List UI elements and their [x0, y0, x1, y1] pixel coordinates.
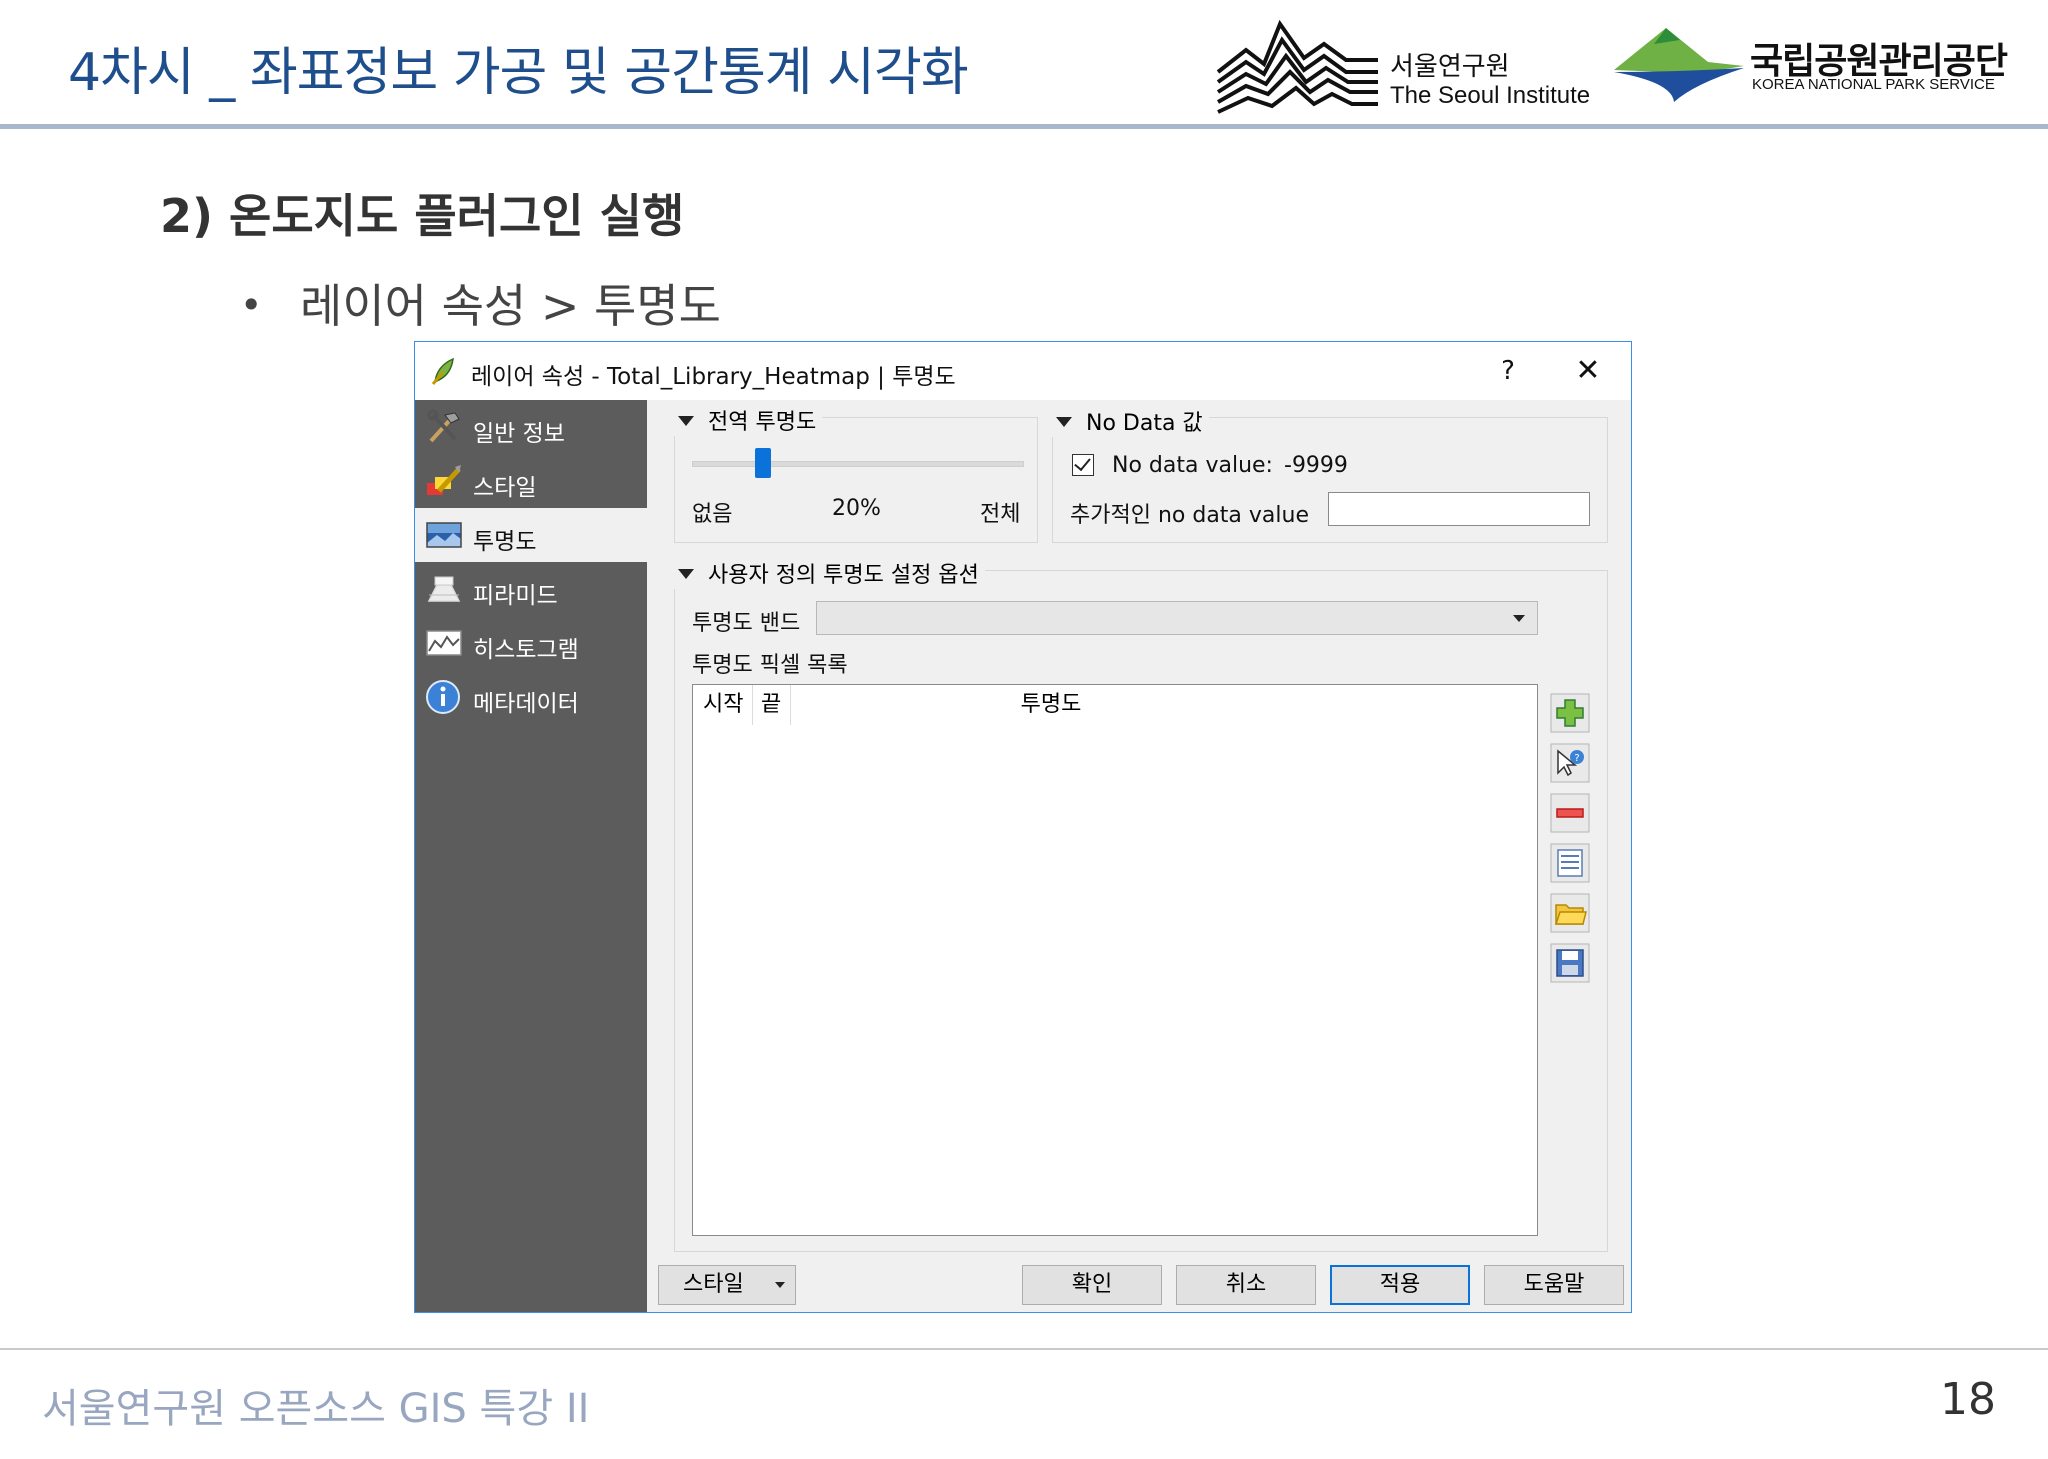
remove-row-icon[interactable] [1550, 793, 1590, 833]
seoul-institute-name-ko: 서울연구원 [1390, 52, 1510, 82]
save-icon[interactable] [1550, 943, 1590, 983]
column-header-transparency[interactable]: 투명도 [791, 685, 1311, 725]
pyramid-icon [427, 576, 461, 602]
sidebar-item-label: 메타데이터 [473, 691, 579, 717]
transparency-band-label: 투명도 밴드 [692, 611, 801, 636]
collapse-triangle-icon [678, 569, 694, 579]
seoul-institute-name-en: The Seoul Institute [1390, 82, 1591, 109]
slider-max-label: 전체 [980, 502, 1021, 527]
section-heading: 2) 온도지도 플러그인 실행 [160, 189, 685, 243]
sidebar-item-pyramids[interactable]: 피라미드 [415, 562, 647, 616]
cancel-button[interactable]: 취소 [1176, 1265, 1316, 1305]
default-values-icon[interactable] [1550, 843, 1590, 883]
tools-icon [427, 409, 460, 443]
sidebar-item-label: 투명도 [473, 529, 537, 555]
sidebar-item-label: 피라미드 [473, 583, 558, 609]
histogram-icon [426, 630, 462, 656]
collapse-triangle-icon [1056, 417, 1072, 427]
transparent-pixel-table[interactable]: 시작 끝 투명도 [692, 684, 1538, 1236]
bullet-icon: • [240, 283, 263, 327]
paintbrush-icon [427, 465, 461, 495]
mountain-logo-icon [1614, 28, 1744, 102]
sidebar-item-label: 히스토그램 [473, 637, 579, 663]
sidebar-item-label: 스타일 [473, 475, 537, 501]
ok-button[interactable]: 확인 [1022, 1265, 1162, 1305]
svg-text:?: ? [1574, 753, 1579, 764]
column-header-end[interactable]: 끝 [753, 685, 791, 725]
sidebar-item-transparency[interactable]: 투명도 [415, 508, 647, 562]
sidebar-item-label: 일반 정보 [473, 421, 565, 447]
additional-no-data-input[interactable] [1328, 492, 1590, 526]
group-title-text: 사용자 정의 투명도 설정 옵션 [708, 563, 979, 588]
dialog-title: 레이어 속성 - Total_Library_Heatmap | 투명도 [471, 364, 956, 390]
add-values-manually-icon[interactable] [1550, 693, 1590, 733]
pixel-list-label: 투명도 픽셀 목록 [692, 653, 848, 678]
add-values-from-display-icon[interactable]: ? [1550, 743, 1590, 783]
transparency-band-select[interactable] [816, 601, 1538, 635]
knps-logo: 국립공원관리공단 KOREA NATIONAL PARK SERVICE [1614, 22, 2014, 112]
transparency-slider-thumb[interactable] [755, 448, 771, 478]
close-button[interactable]: ✕ [1563, 350, 1613, 392]
no-data-header[interactable]: No Data 값 [1052, 405, 1209, 437]
apply-button[interactable]: 적용 [1330, 1265, 1470, 1305]
no-data-label: No data value: [1112, 453, 1273, 478]
column-header-start[interactable]: 시작 [693, 685, 753, 725]
style-menu-button[interactable]: 스타일 [658, 1265, 796, 1305]
help-titlebar-button[interactable]: ? [1483, 350, 1533, 392]
transparency-icon [426, 522, 462, 548]
group-title-text: 전역 투명도 [708, 410, 817, 435]
no-data-checkbox[interactable] [1072, 453, 1094, 476]
seoul-institute-logo: 서울연구원 The Seoul Institute [1216, 18, 1616, 118]
footer-course-title: 서울연구원 오픈소스 GIS 특강 II [42, 1386, 590, 1432]
transparency-slider-track[interactable] [692, 461, 1024, 467]
page-number: 18 [1940, 1374, 1996, 1425]
dropdown-arrow-icon [775, 1282, 785, 1288]
knps-name-en: KOREA NATIONAL PARK SERVICE [1752, 76, 1995, 93]
slider-min-label: 없음 [692, 502, 733, 527]
additional-no-data-label: 추가적인 no data value [1070, 503, 1309, 528]
bullet-text: 레이어 속성 > 투명도 [300, 279, 721, 333]
dropdown-arrow-icon [1513, 615, 1525, 622]
sidebar-item-metadata[interactable]: 메타데이터 [415, 670, 647, 724]
slider-value-label: 20% [832, 496, 881, 521]
sidebar-item-style[interactable]: 스타일 [415, 454, 647, 508]
properties-sidebar: 일반 정보 스타일 투명도 피라미드 히스토그램 메타데이터 [415, 400, 647, 1312]
group-title-text: No Data 값 [1086, 411, 1203, 436]
global-transparency-header[interactable]: 전역 투명도 [674, 404, 823, 436]
collapse-triangle-icon [678, 416, 694, 426]
seoul-institute-mark-icon [1216, 20, 1378, 114]
dialog-titlebar[interactable]: 레이어 속성 - Total_Library_Heatmap | 투명도 ? ✕ [415, 342, 1631, 400]
custom-transparency-header[interactable]: 사용자 정의 투명도 설정 옵션 [674, 557, 985, 589]
qgis-app-icon [431, 357, 454, 385]
folder-open-icon[interactable] [1550, 893, 1590, 933]
footer-divider [0, 1348, 2048, 1350]
header-divider [0, 124, 2048, 129]
slide-title: 4차시 _ 좌표정보 가공 및 공간통계 시각화 [68, 43, 969, 103]
info-icon [426, 680, 460, 714]
sidebar-item-general-info[interactable]: 일반 정보 [415, 400, 647, 454]
no-data-value: -9999 [1284, 453, 1348, 478]
help-button[interactable]: 도움말 [1484, 1265, 1624, 1305]
style-menu-label: 스타일 [683, 1272, 744, 1297]
bullet-item: • 레이어 속성 > 투명도 [240, 270, 721, 336]
sidebar-item-histogram[interactable]: 히스토그램 [415, 616, 647, 670]
checkmark-icon [1074, 453, 1091, 472]
